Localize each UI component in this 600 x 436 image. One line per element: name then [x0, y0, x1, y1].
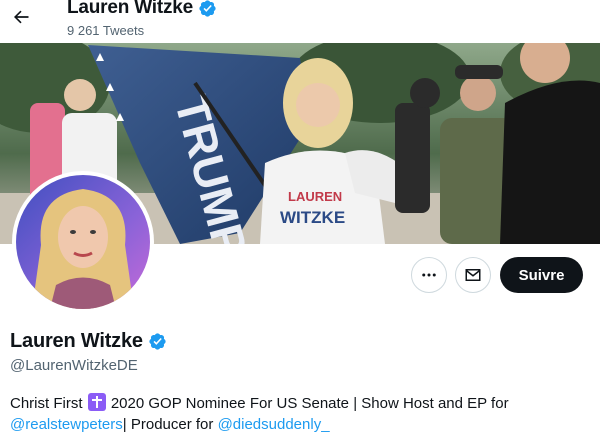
more-options-button[interactable] [411, 257, 447, 293]
back-button[interactable] [8, 4, 34, 30]
more-horizontal-icon [422, 273, 436, 277]
svg-text:LAUREN: LAUREN [288, 189, 342, 204]
tweet-count: 9 261 Tweets [67, 23, 145, 38]
header-name: Lauren Witzke [67, 0, 194, 18]
profile-name-row: Lauren Witzke [10, 330, 167, 353]
header-title-row: Lauren Witzke [67, 0, 217, 19]
profile-avatar[interactable] [12, 171, 154, 313]
follow-button[interactable]: Suivre [500, 257, 583, 293]
latin-cross-icon [87, 393, 106, 411]
profile-handle: @LaurenWitzkeDE [10, 357, 138, 374]
profile-name: Lauren Witzke [10, 330, 143, 352]
mention-link[interactable]: @realstewpeters [10, 416, 123, 433]
avatar [16, 175, 150, 309]
top-bar: Lauren Witzke 9 261 Tweets [0, 0, 600, 43]
profile-bio: Christ First 2020 GOP Nominee For US Sen… [10, 393, 595, 435]
verified-badge-icon [149, 333, 166, 350]
mention-link[interactable]: @diedsuddenly_ [218, 416, 330, 433]
arrow-left-icon [14, 10, 29, 24]
bio-text: 2020 GOP Nominee For US Senate | Show Ho… [110, 395, 509, 412]
mail-icon [465, 269, 481, 281]
avatar-image [16, 175, 150, 309]
svg-text:WITZKE: WITZKE [280, 208, 345, 227]
verified-badge-icon [199, 0, 216, 17]
bio-text: | Producer for [122, 416, 214, 433]
message-button[interactable] [455, 257, 491, 293]
bio-text: Christ First [10, 395, 83, 412]
